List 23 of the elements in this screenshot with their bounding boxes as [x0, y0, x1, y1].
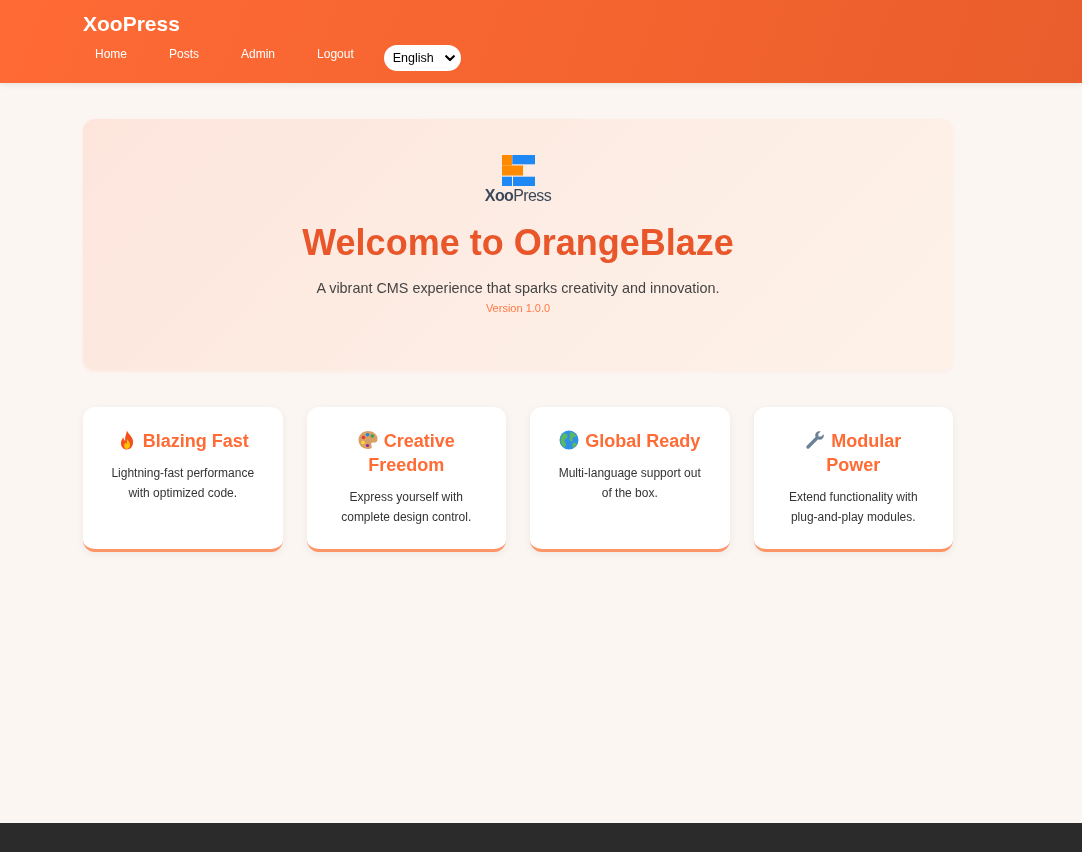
chevron-icon [444, 54, 455, 62]
hero-title: Welcome to OrangeBlaze [302, 221, 734, 264]
site-title[interactable]: XooPress [83, 12, 180, 36]
language-select[interactable]: English [383, 45, 461, 71]
globe-icon [559, 430, 580, 450]
feature-description: Multi-language support out of the box. [557, 465, 702, 502]
nav-link[interactable]: Admin [229, 43, 288, 65]
version-label: Version 1.0.0 [485, 301, 551, 316]
logo-text: XooPress [484, 188, 552, 204]
palette-icon [357, 430, 378, 450]
nav-link[interactable]: Logout [305, 43, 366, 65]
wrench-icon [805, 430, 826, 450]
feature-description: Lightning-fast performance with optimized code. [110, 465, 256, 502]
nav-link[interactable]: Home [83, 43, 139, 65]
nav-link[interactable]: Posts [157, 43, 212, 65]
feature-title: Modular Power [826, 431, 902, 475]
feature-description: Express yourself with complete design control. [340, 489, 473, 526]
feature-title: Global Ready [585, 431, 701, 451]
feature-title: Blazing Fast [142, 431, 249, 451]
feature-title: Creative Freedom [368, 431, 455, 475]
hero-subtitle: A vibrant CMS experience that sparks creativity and innovation. [316, 279, 720, 298]
feature-description: Extend functionality with plug-and-play modules. [787, 489, 919, 526]
logo-icon [501, 155, 535, 186]
